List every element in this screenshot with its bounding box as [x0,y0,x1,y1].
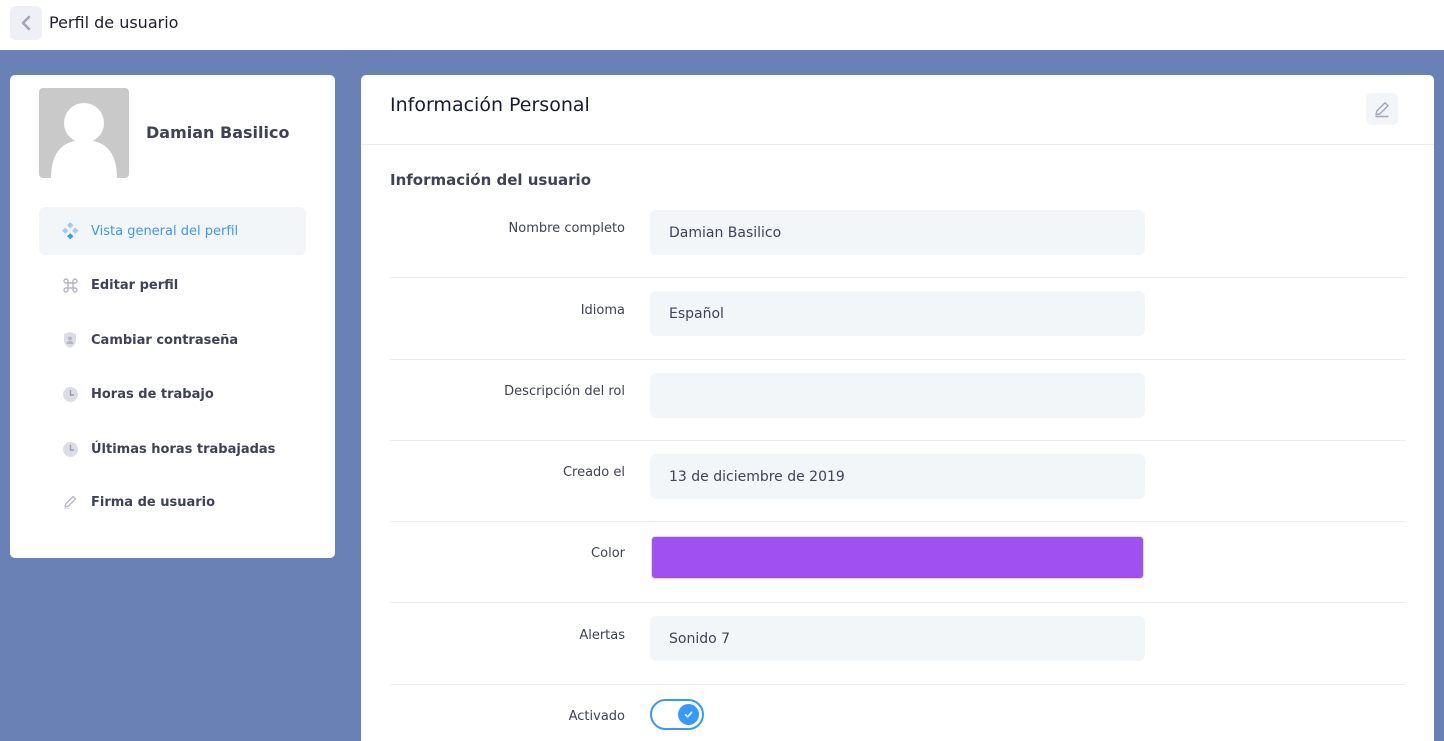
active-toggle[interactable] [650,699,704,730]
nav-item-last-worked-hours[interactable]: Últimas horas trabajadas [39,425,306,473]
card-header: Información Personal [361,75,1434,145]
role-description-value [650,373,1145,418]
section-title: Información del usuario [390,171,592,189]
card-title: Información Personal [390,94,590,116]
nav-item-profile-overview[interactable]: Vista general del perfil [39,207,306,255]
nav-label: Vista general del perfil [91,223,239,239]
divider [390,440,1406,441]
nav-label: Últimas horas trabajadas [91,441,276,457]
clock-icon [59,384,81,404]
language-label: Idioma [580,303,625,318]
alerts-label: Alertas [579,628,625,643]
command-icon [59,275,81,295]
divider [390,521,1406,522]
pencil-icon [1375,102,1389,118]
profile-sidebar: Damian Basilico Vista general del perfil… [10,75,335,558]
color-swatch [651,536,1144,579]
nav-label: Editar perfil [91,277,179,293]
edit-button[interactable] [1366,93,1398,125]
nav-item-edit-profile[interactable]: Editar perfil [39,261,306,309]
nav-label: Horas de trabajo [91,386,214,402]
diamond-grid-icon [59,221,81,241]
page-title: Perfil de usuario [49,13,179,32]
role-description-label: Descripción del rol [504,384,625,399]
nav-item-user-signature[interactable]: Firma de usuario [39,478,306,526]
divider [390,684,1406,685]
language-value: Español [650,291,1145,336]
alerts-value: Sonido 7 [650,616,1145,661]
divider [390,359,1406,360]
pen-icon [59,492,81,512]
created-label: Creado el [562,465,625,480]
nav-item-work-hours[interactable]: Horas de trabajo [39,370,306,418]
toggle-knob [678,704,699,725]
divider [390,602,1406,603]
avatar [39,88,129,178]
color-label: Color [591,546,625,561]
shield-user-icon [59,330,81,350]
full-name-value: Damian Basilico [650,210,1145,255]
nav-item-change-password[interactable]: Cambiar contraseña [39,316,306,364]
back-button[interactable] [10,6,42,40]
full-name-label: Nombre completo [508,221,625,236]
divider [390,277,1406,278]
user-silhouette-icon [51,103,117,178]
chevron-left-icon [21,15,31,31]
top-bar: Perfil de usuario [0,0,1444,50]
personal-info-card: Información Personal Información del usu… [361,75,1434,741]
clock-icon [59,439,81,459]
nav-label: Firma de usuario [91,494,216,510]
profile-name: Damian Basilico [146,123,290,142]
created-value: 13 de diciembre de 2019 [650,454,1145,499]
active-label: Activado [568,709,625,724]
check-icon [684,711,693,718]
nav-label: Cambiar contraseña [91,332,239,348]
